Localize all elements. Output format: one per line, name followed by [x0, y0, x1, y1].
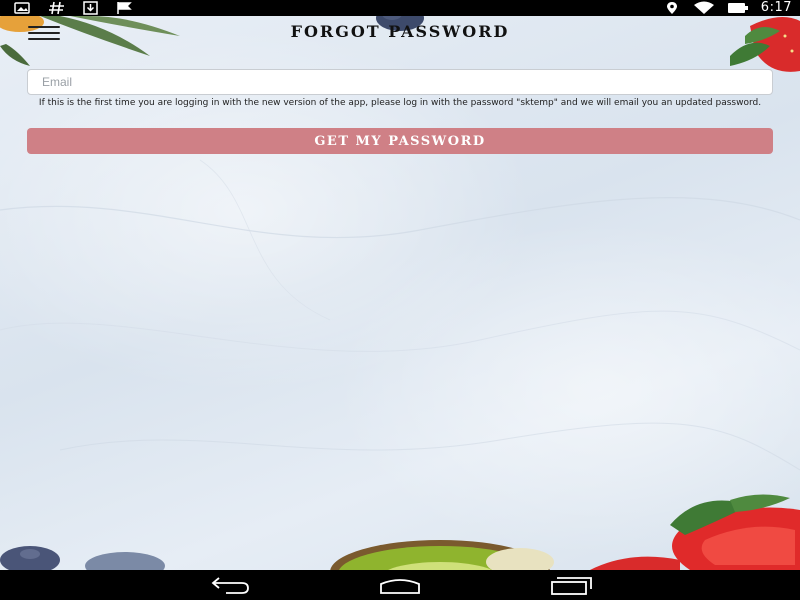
location-icon	[666, 2, 677, 14]
recent-apps-icon[interactable]	[548, 575, 594, 595]
strawberry-bottom-decoration	[590, 494, 800, 570]
kiwi-decoration	[330, 540, 554, 570]
clock-time: 6:17	[760, 0, 792, 15]
status-bar: 6:17	[0, 0, 800, 16]
battery-icon	[727, 3, 748, 13]
flag-icon	[117, 2, 132, 14]
helper-text: If this is the first time you are loggin…	[38, 98, 762, 108]
navigation-bar	[0, 570, 800, 600]
download-icon	[83, 1, 98, 15]
home-icon[interactable]	[377, 575, 423, 595]
gallery-icon	[14, 2, 30, 14]
blueberries-bottom-decoration	[0, 546, 165, 570]
back-icon[interactable]	[206, 575, 252, 595]
email-field[interactable]	[27, 69, 773, 95]
wifi-icon	[693, 1, 714, 14]
hash-icon	[49, 1, 64, 15]
get-my-password-button[interactable]: GET MY PASSWORD	[27, 128, 773, 154]
page-title: FORGOT PASSWORD	[290, 22, 510, 41]
